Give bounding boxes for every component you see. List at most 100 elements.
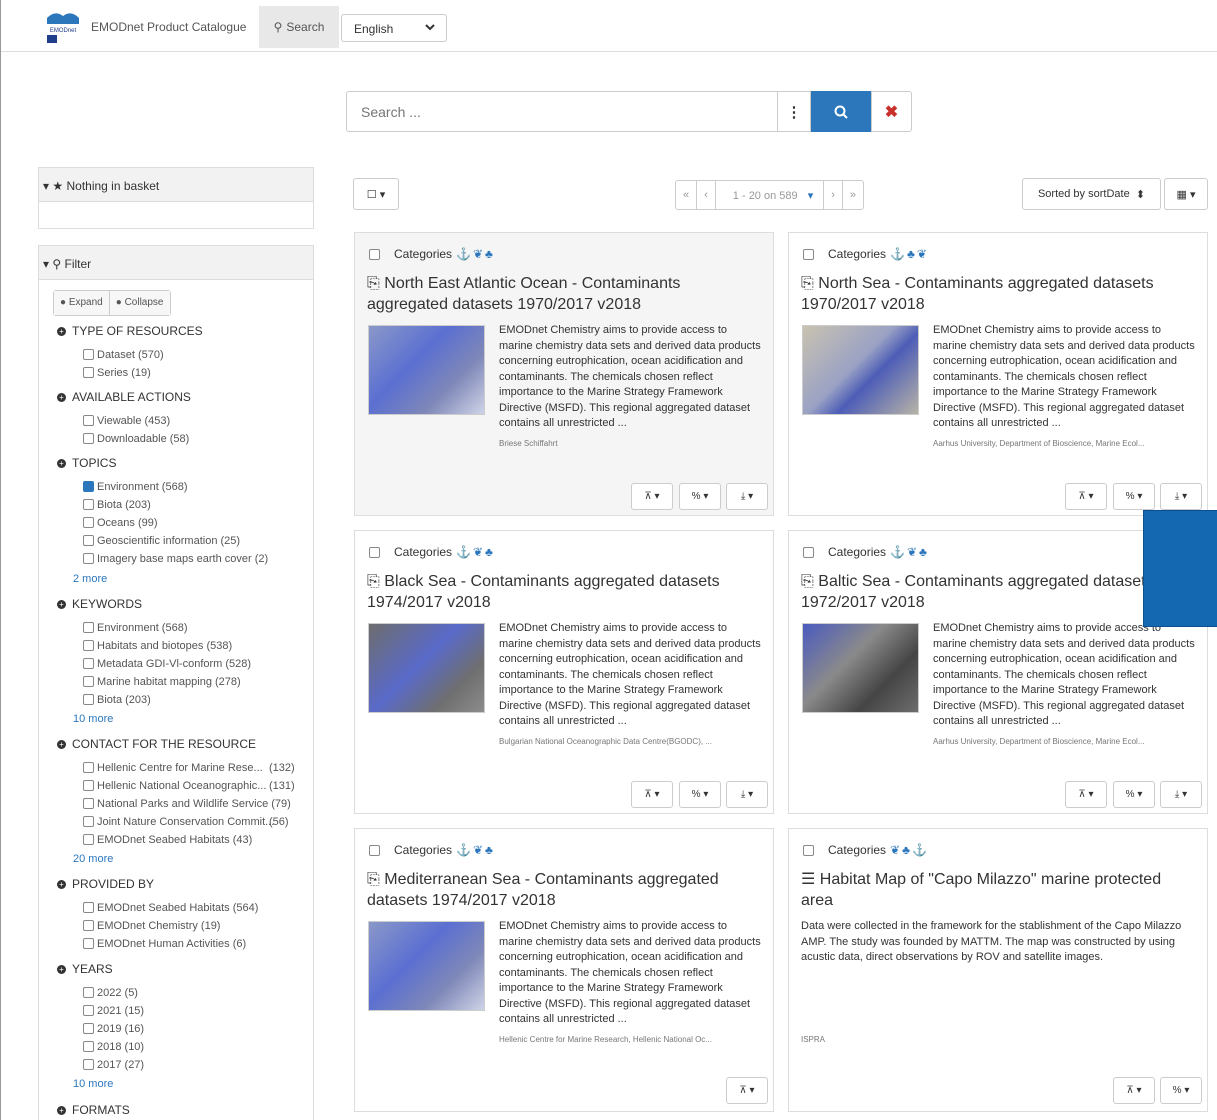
expand-button[interactable]: ● Expand: [54, 291, 109, 315]
facet-item[interactable]: National Parks and Wildlife Service (79): [83, 798, 291, 810]
checkbox[interactable]: [83, 433, 94, 444]
facet-formats[interactable]: + FORMATS: [57, 1103, 130, 1117]
search-options-button[interactable]: ⋮: [777, 91, 811, 132]
result-card[interactable]: Categories ⚓❦♣ ⎘ North East Atlantic Ocea…: [354, 232, 774, 516]
facet-years[interactable]: + YEARS: [57, 962, 113, 976]
facet-more-link[interactable]: 20 more: [73, 853, 113, 865]
emodnet-logo[interactable]: EMODnet: [43, 8, 83, 46]
search-submit-button[interactable]: [811, 91, 871, 132]
checkbox-checked[interactable]: [83, 481, 94, 492]
checkbox[interactable]: [83, 640, 94, 651]
download-menu-button[interactable]: ⊼ ▾: [631, 781, 673, 808]
facet-item[interactable]: Downloadable (58): [83, 433, 189, 445]
checkbox[interactable]: [83, 694, 94, 705]
card-title[interactable]: ⎘ Mediterranean Sea - Contaminants aggre…: [367, 869, 762, 911]
checkbox[interactable]: [83, 367, 94, 378]
facet-item[interactable]: Hellenic National Oceanographic... (131): [83, 780, 301, 792]
facet-contact-for-the-resource[interactable]: + CONTACT FOR THE RESOURCE: [57, 737, 256, 751]
facet-item[interactable]: Viewable (453): [83, 415, 170, 427]
export-menu-button[interactable]: ⤓ ▾: [1160, 781, 1202, 808]
checkbox[interactable]: [83, 535, 94, 546]
checkbox[interactable]: [83, 349, 94, 360]
checkbox[interactable]: [803, 845, 814, 856]
facet-item[interactable]: Series (19): [83, 367, 151, 379]
checkbox[interactable]: [83, 816, 94, 827]
card-thumbnail[interactable]: [368, 623, 485, 713]
export-menu-button[interactable]: ⤓ ▾: [726, 781, 768, 808]
facet-item[interactable]: 2017 (27): [83, 1059, 144, 1071]
layout-dropdown[interactable]: ▦ ▾: [1164, 178, 1208, 210]
card-thumbnail[interactable]: [802, 325, 919, 415]
facet-item[interactable]: EMODnet Seabed Habitats (564): [83, 902, 258, 914]
facet-more-link[interactable]: 10 more: [73, 1078, 113, 1090]
result-card[interactable]: Categories ❦♣⚓ ☰ Habitat Map of "Capo Mil…: [788, 828, 1208, 1112]
facet-item[interactable]: Joint Nature Conservation Commit... (56): [83, 816, 301, 828]
facet-item[interactable]: Habitats and biotopes (538): [83, 640, 232, 652]
link-menu-button[interactable]: % ▾: [1160, 1077, 1202, 1104]
export-menu-button[interactable]: ⤓ ▾: [1160, 483, 1202, 510]
next-page-button[interactable]: ›: [824, 181, 843, 209]
card-thumbnail[interactable]: [368, 921, 485, 1011]
facet-item[interactable]: EMODnet Chemistry (19): [83, 920, 220, 932]
checkbox[interactable]: [803, 249, 814, 260]
facet-item[interactable]: Biota (203): [83, 499, 151, 511]
card-title[interactable]: ⎘ North East Atlantic Ocean - Contaminan…: [367, 273, 762, 315]
result-card[interactable]: Categories ⚓❦♣ ⎘ Black Sea - Contaminants…: [354, 530, 774, 814]
export-menu-button[interactable]: ⤓ ▾: [726, 483, 768, 510]
checkbox[interactable]: [83, 499, 94, 510]
first-page-button[interactable]: «: [676, 181, 698, 209]
facet-type-of-resources[interactable]: + TYPE OF RESOURCES: [57, 324, 203, 338]
facet-item[interactable]: Marine habitat mapping (278): [83, 676, 241, 688]
checkbox[interactable]: [83, 938, 94, 949]
card-title[interactable]: ☰ Habitat Map of "Capo Milazzo" marine p…: [801, 869, 1196, 911]
result-card[interactable]: Categories ⚓❦♣ ⎘ Mediterranean Sea - Cont…: [354, 828, 774, 1112]
facet-item[interactable]: Environment (568): [83, 481, 188, 493]
download-menu-button[interactable]: ⊼ ▾: [1065, 781, 1107, 808]
facet-item[interactable]: 2022 (5): [83, 987, 138, 999]
checkbox[interactable]: [83, 780, 94, 791]
checkbox[interactable]: [83, 1041, 94, 1052]
filter-header[interactable]: ▾ ⚲ Filter: [39, 246, 313, 280]
link-menu-button[interactable]: % ▾: [679, 781, 721, 808]
checkbox[interactable]: [369, 845, 380, 856]
link-menu-button[interactable]: % ▾: [1113, 483, 1155, 510]
result-card[interactable]: Categories ⚓♣❦ ⎘ North Sea - Contaminants…: [788, 232, 1208, 516]
nav-search-tab[interactable]: ⚲ Search: [259, 6, 339, 48]
checkbox[interactable]: [83, 622, 94, 633]
select-all-dropdown[interactable]: ☐ ▾: [353, 178, 399, 210]
facet-more-link[interactable]: 2 more: [73, 573, 107, 585]
checkbox[interactable]: [83, 676, 94, 687]
basket-header[interactable]: ▾ ★ Nothing in basket: [39, 168, 313, 202]
facet-item[interactable]: 2019 (16): [83, 1023, 144, 1035]
facet-item[interactable]: EMODnet Seabed Habitats (43): [83, 834, 252, 846]
download-menu-button[interactable]: ⊼ ▾: [631, 483, 673, 510]
language-select[interactable]: English: [341, 14, 447, 42]
search-input[interactable]: [346, 91, 778, 132]
facet-item[interactable]: Dataset (570): [83, 349, 164, 361]
facet-item[interactable]: Oceans (99): [83, 517, 158, 529]
facet-available-actions[interactable]: + AVAILABLE ACTIONS: [57, 390, 191, 404]
checkbox[interactable]: [83, 798, 94, 809]
brand-title[interactable]: EMODnet Product Catalogue: [91, 20, 246, 34]
checkbox[interactable]: [83, 1023, 94, 1034]
search-clear-button[interactable]: ✖: [871, 91, 912, 132]
card-title[interactable]: ⎘ Baltic Sea - Contaminants aggregated d…: [801, 571, 1196, 613]
facet-item[interactable]: Geoscientific information (25): [83, 535, 240, 547]
card-thumbnail[interactable]: [368, 325, 485, 415]
sort-dropdown[interactable]: Sorted by sortDate ⬍: [1022, 178, 1161, 210]
checkbox[interactable]: [83, 517, 94, 528]
card-title[interactable]: ⎘ Black Sea - Contaminants aggregated da…: [367, 571, 762, 613]
facet-topics[interactable]: + TOPICS: [57, 456, 116, 470]
facet-keywords[interactable]: + KEYWORDS: [57, 597, 142, 611]
facet-item[interactable]: Biota (203): [83, 694, 151, 706]
facet-item[interactable]: Metadata GDI-Vl-conform (528): [83, 658, 251, 670]
checkbox[interactable]: [83, 987, 94, 998]
checkbox[interactable]: [369, 547, 380, 558]
checkbox[interactable]: [83, 1059, 94, 1070]
facet-more-link[interactable]: 10 more: [73, 713, 113, 725]
checkbox[interactable]: [83, 920, 94, 931]
card-thumbnail[interactable]: [802, 623, 919, 713]
facet-item[interactable]: EMODnet Human Activities (6): [83, 938, 246, 950]
download-menu-button[interactable]: ⊼ ▾: [1065, 483, 1107, 510]
facet-provided-by[interactable]: + PROVIDED BY: [57, 877, 154, 891]
